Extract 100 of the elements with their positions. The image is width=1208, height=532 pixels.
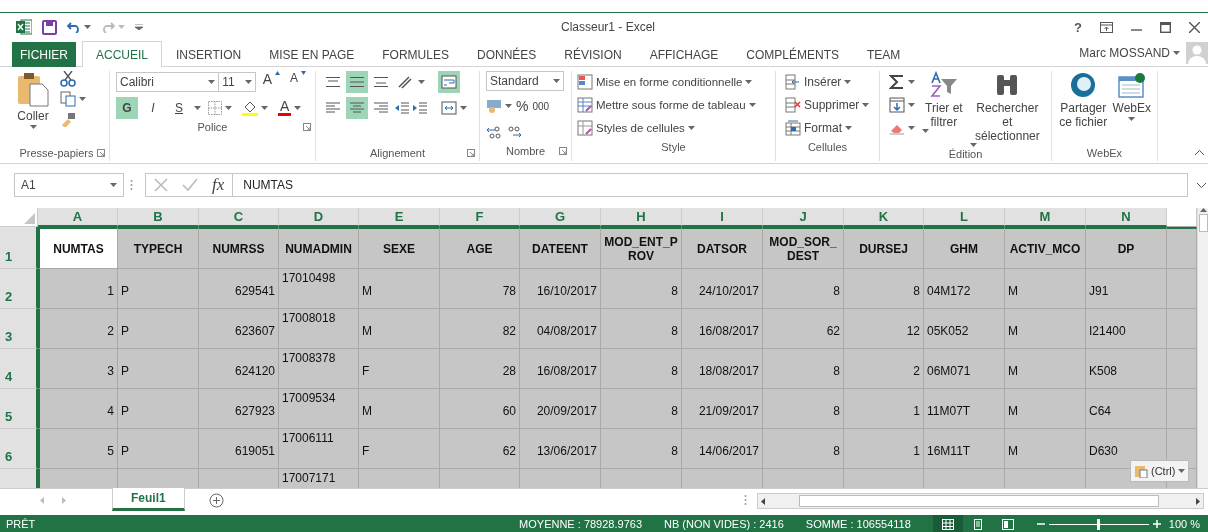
- add-sheet-icon[interactable]: [208, 493, 224, 508]
- decrease-decimal-icon[interactable]: [506, 125, 522, 139]
- zoom-slider-thumb[interactable]: [1097, 518, 1101, 530]
- font-name-dropdown[interactable]: Calibri: [116, 72, 220, 92]
- dialog-launcher-icon[interactable]: [467, 149, 475, 157]
- shrink-font-button[interactable]: A: [287, 71, 309, 93]
- insert-function-button[interactable]: fx: [212, 175, 225, 195]
- save-icon[interactable]: [42, 19, 57, 35]
- share-file-button[interactable]: Partager ce fichier: [1058, 71, 1109, 145]
- collapse-ribbon-icon[interactable]: [1195, 150, 1204, 155]
- ribbon-tab[interactable]: FORMULES: [368, 42, 463, 67]
- underline-button[interactable]: S: [168, 97, 190, 119]
- thousands-button[interactable]: 000: [532, 100, 550, 112]
- paste-button[interactable]: Coller: [10, 71, 56, 145]
- style-menu-button[interactable]: Mettre sous forme de tableau: [574, 94, 769, 116]
- ribbon-tab[interactable]: TEAM: [853, 42, 915, 67]
- number-format-dropdown[interactable]: Standard: [486, 71, 564, 91]
- formula-input[interactable]: NUMTAS: [233, 173, 1188, 197]
- dialog-launcher-icon[interactable]: [97, 149, 105, 157]
- help-button[interactable]: ?: [1074, 19, 1082, 35]
- column-header[interactable]: J: [763, 208, 844, 227]
- row-header[interactable]: 1: [0, 227, 38, 269]
- cut-icon[interactable]: [60, 71, 76, 87]
- scrollbar-thumb[interactable]: [1198, 214, 1208, 232]
- close-icon[interactable]: [1189, 21, 1200, 33]
- ribbon-tab[interactable]: AFFICHAGE: [635, 42, 733, 67]
- scroll-right-icon[interactable]: [1195, 497, 1200, 505]
- borders-icon: [208, 101, 222, 115]
- paste-options-button[interactable]: (Ctrl): [1130, 460, 1190, 482]
- increase-decimal-icon[interactable]: [486, 125, 502, 139]
- row-header[interactable]: 4: [0, 349, 38, 389]
- column-header[interactable]: E: [359, 208, 440, 227]
- row-header[interactable]: 5: [0, 389, 38, 429]
- percent-button[interactable]: %: [516, 98, 529, 114]
- zoom-level[interactable]: 100 %: [1168, 518, 1200, 530]
- currency-button[interactable]: [486, 98, 512, 114]
- column-header[interactable]: M: [1005, 208, 1086, 227]
- increase-indent-icon[interactable]: [412, 100, 428, 116]
- enter-check-icon[interactable]: [182, 178, 198, 192]
- table-cell: 8: [601, 349, 682, 389]
- webex-button[interactable]: WebEx: [1112, 71, 1151, 145]
- column-header[interactable]: L: [924, 208, 1005, 227]
- grow-font-button[interactable]: A: [259, 71, 283, 93]
- row-header[interactable]: 3: [0, 309, 38, 349]
- wrap-text-button[interactable]: [438, 71, 460, 93]
- find-select-button[interactable]: Rechercher et sélectionner: [969, 71, 1045, 147]
- style-menu-button[interactable]: Mise en forme conditionnelle: [574, 71, 769, 93]
- row-header[interactable]: 2: [0, 269, 38, 309]
- scrollbar-thumb[interactable]: [799, 495, 1160, 507]
- maximize-icon[interactable]: [1160, 21, 1171, 33]
- scroll-up-icon[interactable]: [1199, 208, 1207, 212]
- column-header[interactable]: I: [682, 208, 763, 227]
- account-button[interactable]: Marc MOSSAND: [1079, 45, 1180, 60]
- middle-align-button[interactable]: [346, 71, 368, 93]
- group-label: WebEx: [1086, 147, 1123, 159]
- table-cell: 4: [38, 389, 118, 429]
- column-header[interactable]: H: [601, 208, 682, 227]
- scroll-left-icon[interactable]: [760, 497, 765, 505]
- cells-menu-button[interactable]: Format: [782, 117, 873, 139]
- cells-menu-button[interactable]: Insérer: [782, 71, 873, 93]
- cells-menu-button[interactable]: Supprimer: [782, 94, 873, 116]
- column-header[interactable]: B: [118, 208, 199, 227]
- column-header[interactable]: A: [38, 208, 118, 227]
- ribbon-tab[interactable]: MISE EN PAGE: [255, 42, 369, 67]
- fill-button[interactable]: [886, 94, 918, 116]
- column-header[interactable]: G: [520, 208, 601, 227]
- ribbon-tab[interactable]: ACCUEIL: [82, 41, 162, 67]
- column-header[interactable]: C: [199, 208, 279, 227]
- wrap-text-icon: [441, 74, 457, 90]
- column-header[interactable]: K: [844, 208, 924, 227]
- format-painter-icon[interactable]: [60, 111, 76, 127]
- column-header[interactable]: D: [279, 208, 359, 227]
- ribbon-tab[interactable]: INSERTION: [162, 42, 256, 67]
- column-header[interactable]: N: [1086, 208, 1167, 227]
- copy-button[interactable]: [60, 91, 86, 107]
- table-cell: [1167, 309, 1197, 349]
- customize-caret-icon[interactable]: [135, 24, 143, 30]
- sort-filter-button[interactable]: Trier et filtrer: [922, 71, 966, 147]
- dialog-launcher-icon[interactable]: [559, 147, 567, 155]
- font-color-button[interactable]: A: [275, 97, 305, 119]
- ribbon-display-icon[interactable]: [1100, 21, 1113, 33]
- ribbon-tab[interactable]: DONNÉES: [462, 42, 551, 67]
- zoom-in-icon[interactable]: [1152, 520, 1161, 528]
- style-menu-button[interactable]: Styles de cellules: [574, 117, 769, 139]
- column-header[interactable]: F: [440, 208, 520, 227]
- sheet-tab[interactable]: Feuil1: [112, 488, 185, 511]
- view-button[interactable]: [932, 515, 963, 532]
- ribbon-tab[interactable]: RÉVISION: [550, 42, 636, 67]
- font-size-dropdown[interactable]: 11: [218, 72, 256, 92]
- dialog-launcher-icon[interactable]: [303, 123, 311, 131]
- expand-formula-icon[interactable]: [1196, 182, 1206, 188]
- bold-button[interactable]: G: [116, 97, 138, 119]
- zoom-out-icon[interactable]: [1036, 520, 1045, 528]
- name-box[interactable]: A1: [14, 173, 124, 197]
- italic-button[interactable]: I: [142, 97, 164, 119]
- row-header[interactable]: 6: [0, 429, 38, 469]
- decrease-indent-icon[interactable]: [394, 100, 410, 116]
- ribbon-tab[interactable]: COMPLÉMENTS: [732, 42, 854, 67]
- undo-button[interactable]: [67, 21, 91, 33]
- file-menu-tab[interactable]: FICHIER: [12, 42, 76, 67]
